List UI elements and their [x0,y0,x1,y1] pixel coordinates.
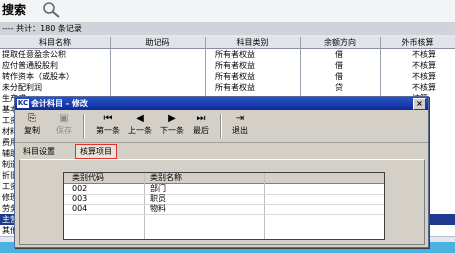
grid-header-code[interactable]: 类别代码 [72,173,104,183]
col-header-direction[interactable]: 余额方向 [300,37,380,48]
account-edit-dialog: KC 会计科目 - 修改 × ⎘ 复制 ▣ 保存 ⏮ 第一条 ◀ 上一条 ▶ 下… [14,96,429,248]
row-cell-code [112,60,202,71]
grid-cell-code: 003 [72,194,88,203]
next-record-button[interactable]: ▶ 下一条 [157,112,187,140]
first-label: 第一条 [96,126,120,135]
row-cell-code [112,49,202,60]
exit-icon: ⇥ [235,113,245,124]
row-cell-fx: 不核算 [412,72,436,81]
row-cell-fx: 不核算 [412,61,436,70]
save-icon: ▣ [59,113,69,124]
copy-button[interactable]: ⎘ 复制 [19,112,45,140]
search-bar: 搜索 [0,0,455,22]
app-icon: KC [17,99,29,108]
first-icon: ⏮ [103,113,113,124]
last-label: 最后 [193,126,209,135]
save-label: 保存 [56,126,72,135]
col-header-category[interactable]: 科目类别 [205,37,300,48]
search-icon[interactable] [40,1,64,19]
col-header-code[interactable]: 助记码 [110,37,205,48]
grid-cell-name: 职员 [150,194,166,203]
col-header-fx[interactable]: 外币核算 [380,37,455,48]
dialog-toolbar: ⎘ 复制 ▣ 保存 ⏮ 第一条 ◀ 上一条 ▶ 下一条 ⏭ 最后 ⇥ 退出 [15,110,428,143]
grid-cell-code: 002 [72,184,88,193]
last-icon: ⏭ [196,113,206,124]
search-label[interactable]: 搜索 [2,2,26,18]
copy-icon: ⎘ [28,113,36,124]
row-cell-category: 所有者权益 [215,83,255,92]
row-cell-fx: 不核算 [412,83,436,92]
grid-header-name[interactable]: 类别名称 [150,173,182,183]
grid-header: 类别代码 类别名称 [64,173,384,184]
row-cell-direction: 贷 [335,83,343,92]
toolbar-separator [83,114,85,138]
col-header-name[interactable]: 科目名称 [0,37,110,48]
next-icon: ▶ [168,113,176,124]
next-label: 下一条 [160,126,184,135]
copy-label: 复制 [24,126,40,135]
exit-button[interactable]: ⇥ 退出 [227,112,253,140]
row-cell-code [112,71,202,82]
row-cell-name: 提取任意盈余公积 [2,50,66,59]
tab-accounting-items[interactable]: 核算项目 [75,144,117,159]
row-cell-name: 应付普通股股利 [2,61,58,70]
row-cell-category: 所有者权益 [215,61,255,70]
prev-label: 上一条 [128,126,152,135]
dialog-tabs: 科目设置 核算项目 [15,143,428,159]
close-button[interactable]: × [413,98,426,110]
row-cell-code [112,82,202,93]
row-cell-name: 未分配利润 [2,83,42,92]
grid-cell-name: 物料 [150,204,166,213]
row-cell-category: 所有者权益 [215,72,255,81]
grid-row[interactable]: 004 物料 [64,204,384,215]
toolbar-separator [220,114,222,138]
row-cell-category: 所有者权益 [215,50,255,59]
tab-account-settings[interactable]: 科目设置 [19,145,59,158]
exit-label: 退出 [232,126,248,135]
accounting-items-grid: 类别代码 类别名称 002 部门 003 职员 004 物料 [63,172,385,240]
last-record-button[interactable]: ⏭ 最后 [189,112,213,140]
row-cell-direction: 借 [335,50,343,59]
grid-cell-name: 部门 [150,184,166,193]
row-cell-fx: 不核算 [412,50,436,59]
prev-record-button[interactable]: ◀ 上一条 [125,112,155,140]
first-record-button[interactable]: ⏮ 第一条 [93,112,123,140]
list-header: 科目名称 助记码 科目类别 余额方向 外币核算 [0,37,455,49]
dialog-titlebar[interactable]: KC 会计科目 - 修改 × [15,97,428,110]
prev-icon: ◀ [136,113,144,124]
row-cell-direction: 借 [335,61,343,70]
record-summary: ---- 共计：180 条记录 [0,22,455,35]
row-cell-direction: 借 [335,72,343,81]
grid-cell-code: 004 [72,204,88,213]
row-cell-name: 转作资本（或股本） [2,72,74,81]
save-button[interactable]: ▣ 保存 [51,112,77,140]
dialog-title: 会计科目 - 修改 [31,99,88,108]
